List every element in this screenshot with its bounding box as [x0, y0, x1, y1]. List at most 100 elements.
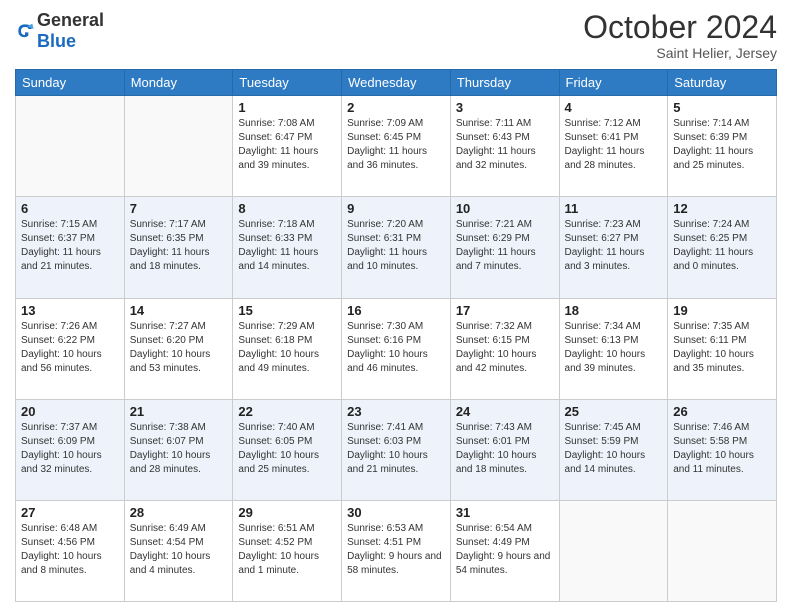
calendar-cell: 29Sunrise: 6:51 AM Sunset: 4:52 PM Dayli… [233, 500, 342, 601]
calendar-cell: 26 Sunrise: 7:46 AM Sunset: 5:58 PM Dayli… [668, 399, 777, 500]
day-info: Sunrise: 7:43 AM Sunset: 6:01 PM Dayligh… [456, 421, 554, 477]
day-number: 23 [347, 404, 445, 419]
day-number: 26 [673, 404, 771, 419]
day-number: 4 [565, 100, 663, 115]
calendar-cell: 19 Sunrise: 7:35 AM Sunset: 6:11 PM Dayli… [668, 298, 777, 399]
calendar-cell: 4 Sunrise: 7:12 AM Sunset: 6:41 PM Daylig… [559, 96, 668, 197]
day-info: Sunrise: 7:30 AM Sunset: 6:16 PM Dayligh… [347, 320, 445, 376]
calendar-cell: 27Sunrise: 6:48 AM Sunset: 4:56 PM Dayli… [16, 500, 125, 601]
day-info: Sunrise: 7:37 AM Sunset: 6:09 PM Dayligh… [21, 421, 119, 477]
calendar-cell: 12 Sunrise: 7:24 AM Sunset: 6:25 PM Dayli… [668, 197, 777, 298]
day-number: 24 [456, 404, 554, 419]
col-tuesday: Tuesday [233, 70, 342, 96]
calendar-cell: 13 Sunrise: 7:26 AM Sunset: 6:22 PM Dayli… [16, 298, 125, 399]
day-number: 9 [347, 201, 445, 216]
day-number: 19 [673, 303, 771, 318]
day-number: 3 [456, 100, 554, 115]
day-info: Sunrise: 7:12 AM Sunset: 6:41 PM Dayligh… [565, 117, 663, 173]
day-number: 14 [130, 303, 228, 318]
calendar-cell: 30 Sunrise: 6:53 AM Sunset: 4:51 PM Dayli… [342, 500, 451, 601]
day-number: 11 [565, 201, 663, 216]
calendar-cell: 18 Sunrise: 7:34 AM Sunset: 6:13 PM Dayli… [559, 298, 668, 399]
calendar-cell: 16 Sunrise: 7:30 AM Sunset: 6:16 PM Dayli… [342, 298, 451, 399]
day-info: Sunrise: 7:09 AM Sunset: 6:45 PM Dayligh… [347, 117, 445, 173]
day-number: 16 [347, 303, 445, 318]
header: General Blue October 2024 Saint Helier, … [15, 10, 777, 61]
day-info: Sunrise: 7:20 AM Sunset: 6:31 PM Dayligh… [347, 218, 445, 274]
calendar-week-row: 6 Sunrise: 7:15 AM Sunset: 6:37 PM Daylig… [16, 197, 777, 298]
calendar-cell: 6 Sunrise: 7:15 AM Sunset: 6:37 PM Daylig… [16, 197, 125, 298]
day-info: Sunrise: 6:53 AM Sunset: 4:51 PM Dayligh… [347, 522, 445, 578]
logo: General Blue [15, 10, 104, 52]
calendar-cell: 5 Sunrise: 7:14 AM Sunset: 6:39 PM Daylig… [668, 96, 777, 197]
day-number: 18 [565, 303, 663, 318]
day-number: 29 [238, 505, 336, 520]
day-info: Sunrise: 6:48 AM Sunset: 4:56 PM Dayligh… [21, 522, 119, 578]
calendar-week-row: 1 Sunrise: 7:08 AM Sunset: 6:47 PM Daylig… [16, 96, 777, 197]
calendar-week-row: 27Sunrise: 6:48 AM Sunset: 4:56 PM Dayli… [16, 500, 777, 601]
day-info: Sunrise: 7:45 AM Sunset: 5:59 PM Dayligh… [565, 421, 663, 477]
day-info: Sunrise: 7:32 AM Sunset: 6:15 PM Dayligh… [456, 320, 554, 376]
day-info: Sunrise: 7:34 AM Sunset: 6:13 PM Dayligh… [565, 320, 663, 376]
day-number: 31 [456, 505, 554, 520]
day-info: Sunrise: 7:14 AM Sunset: 6:39 PM Dayligh… [673, 117, 771, 173]
logo-general: General [37, 10, 104, 30]
month-title: October 2024 [583, 10, 777, 45]
day-info: Sunrise: 7:27 AM Sunset: 6:20 PM Dayligh… [130, 320, 228, 376]
calendar-table: Sunday Monday Tuesday Wednesday Thursday… [15, 69, 777, 602]
day-number: 30 [347, 505, 445, 520]
day-number: 20 [21, 404, 119, 419]
calendar-week-row: 13 Sunrise: 7:26 AM Sunset: 6:22 PM Dayli… [16, 298, 777, 399]
calendar-cell: 3 Sunrise: 7:11 AM Sunset: 6:43 PM Daylig… [450, 96, 559, 197]
day-info: Sunrise: 7:35 AM Sunset: 6:11 PM Dayligh… [673, 320, 771, 376]
page: General Blue October 2024 Saint Helier, … [0, 0, 792, 612]
calendar-cell [16, 96, 125, 197]
day-info: Sunrise: 7:17 AM Sunset: 6:35 PM Dayligh… [130, 218, 228, 274]
day-info: Sunrise: 7:11 AM Sunset: 6:43 PM Dayligh… [456, 117, 554, 173]
col-sunday: Sunday [16, 70, 125, 96]
day-number: 1 [238, 100, 336, 115]
calendar-cell: 15Sunrise: 7:29 AM Sunset: 6:18 PM Dayli… [233, 298, 342, 399]
day-number: 25 [565, 404, 663, 419]
calendar-cell: 10 Sunrise: 7:21 AM Sunset: 6:29 PM Dayli… [450, 197, 559, 298]
day-number: 6 [21, 201, 119, 216]
calendar-cell [124, 96, 233, 197]
calendar-cell: 17Sunrise: 7:32 AM Sunset: 6:15 PM Dayli… [450, 298, 559, 399]
calendar-cell: 21 Sunrise: 7:38 AM Sunset: 6:07 PM Dayli… [124, 399, 233, 500]
day-number: 21 [130, 404, 228, 419]
day-info: Sunrise: 7:46 AM Sunset: 5:58 PM Dayligh… [673, 421, 771, 477]
col-thursday: Thursday [450, 70, 559, 96]
day-info: Sunrise: 7:23 AM Sunset: 6:27 PM Dayligh… [565, 218, 663, 274]
calendar-cell: 11 Sunrise: 7:23 AM Sunset: 6:27 PM Dayli… [559, 197, 668, 298]
calendar-week-row: 20 Sunrise: 7:37 AM Sunset: 6:09 PM Dayli… [16, 399, 777, 500]
day-number: 7 [130, 201, 228, 216]
col-monday: Monday [124, 70, 233, 96]
calendar-cell [559, 500, 668, 601]
day-info: Sunrise: 7:21 AM Sunset: 6:29 PM Dayligh… [456, 218, 554, 274]
day-number: 8 [238, 201, 336, 216]
day-info: Sunrise: 7:26 AM Sunset: 6:22 PM Dayligh… [21, 320, 119, 376]
day-info: Sunrise: 7:41 AM Sunset: 6:03 PM Dayligh… [347, 421, 445, 477]
calendar-cell: 28Sunrise: 6:49 AM Sunset: 4:54 PM Dayli… [124, 500, 233, 601]
calendar-cell [668, 500, 777, 601]
calendar-cell: 20 Sunrise: 7:37 AM Sunset: 6:09 PM Dayli… [16, 399, 125, 500]
day-info: Sunrise: 7:15 AM Sunset: 6:37 PM Dayligh… [21, 218, 119, 274]
day-number: 15 [238, 303, 336, 318]
day-number: 5 [673, 100, 771, 115]
calendar-cell: 24 Sunrise: 7:43 AM Sunset: 6:01 PM Dayli… [450, 399, 559, 500]
logo-blue: Blue [37, 31, 76, 51]
day-info: Sunrise: 7:24 AM Sunset: 6:25 PM Dayligh… [673, 218, 771, 274]
calendar-cell: 22Sunrise: 7:40 AM Sunset: 6:05 PM Dayli… [233, 399, 342, 500]
day-info: Sunrise: 7:08 AM Sunset: 6:47 PM Dayligh… [238, 117, 336, 173]
logo-icon [15, 21, 35, 41]
calendar-cell: 23 Sunrise: 7:41 AM Sunset: 6:03 PM Dayli… [342, 399, 451, 500]
title-block: October 2024 Saint Helier, Jersey [583, 10, 777, 61]
day-number: 13 [21, 303, 119, 318]
col-saturday: Saturday [668, 70, 777, 96]
day-number: 28 [130, 505, 228, 520]
day-number: 10 [456, 201, 554, 216]
day-info: Sunrise: 7:38 AM Sunset: 6:07 PM Dayligh… [130, 421, 228, 477]
calendar-cell: 2Sunrise: 7:09 AM Sunset: 6:45 PM Daylig… [342, 96, 451, 197]
day-info: Sunrise: 7:40 AM Sunset: 6:05 PM Dayligh… [238, 421, 336, 477]
day-number: 12 [673, 201, 771, 216]
